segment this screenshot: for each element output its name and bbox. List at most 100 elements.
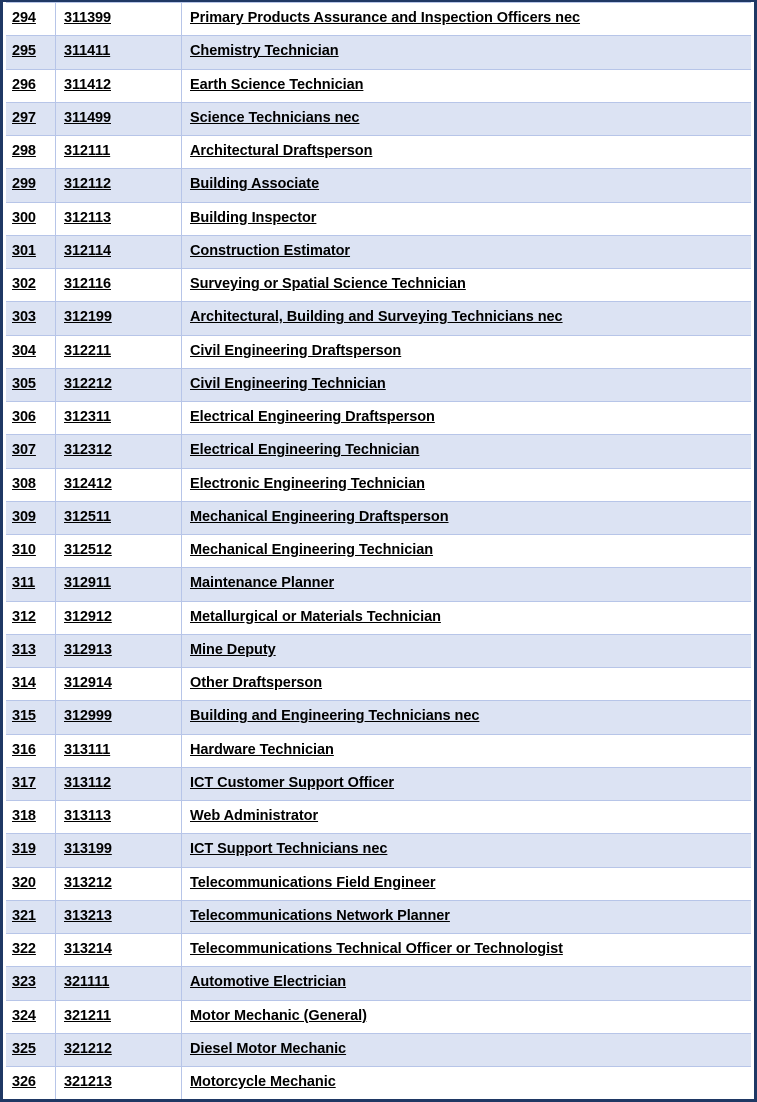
- table-row[interactable]: 300 312113 Building Inspector: [3, 201, 754, 236]
- row-index-link[interactable]: 294: [12, 10, 36, 26]
- occupation-title-link[interactable]: Civil Engineering Technician: [190, 376, 386, 392]
- occupation-title-link[interactable]: ICT Customer Support Officer: [190, 775, 394, 791]
- table-row[interactable]: 297 311499 Science Technicians nec: [3, 101, 754, 137]
- table-row[interactable]: 296 311412 Earth Science Technician: [3, 68, 754, 103]
- occupation-title-link[interactable]: Telecommunications Field Engineer: [190, 875, 436, 891]
- occupation-title-link[interactable]: Other Draftsperson: [190, 675, 322, 691]
- table-row[interactable]: 318 313113 Web Administrator: [3, 799, 754, 835]
- occupation-code-link[interactable]: 321212: [64, 1041, 112, 1057]
- occupation-code-link[interactable]: 311411: [64, 43, 110, 59]
- table-row[interactable]: 294 311399 Primary Products Assurance and …: [3, 2, 754, 37]
- occupation-title-link[interactable]: Motorcycle Mechanic: [190, 1074, 336, 1090]
- occupation-title-link[interactable]: Hardware Technician: [190, 742, 334, 758]
- occupation-title-link[interactable]: Telecommunications Technical Officer or …: [190, 941, 563, 957]
- occupation-title-link[interactable]: Civil Engineering Draftsperson: [190, 343, 401, 359]
- occupation-title-link[interactable]: Mine Deputy: [190, 642, 276, 658]
- occupation-code-link[interactable]: 311499: [64, 110, 111, 126]
- table-row[interactable]: 317 313112 ICT Customer Support Officer: [3, 766, 754, 802]
- row-index-link[interactable]: 323: [12, 974, 36, 990]
- row-index-link[interactable]: 322: [12, 941, 36, 957]
- row-index-link[interactable]: 295: [12, 43, 36, 59]
- row-index-link[interactable]: 313: [12, 642, 36, 658]
- row-index-link[interactable]: 296: [12, 77, 36, 93]
- occupation-code-link[interactable]: 312111: [64, 143, 110, 159]
- occupation-title-link[interactable]: Building and Engineering Technicians nec: [190, 708, 479, 724]
- occupation-code-link[interactable]: 321213: [64, 1074, 112, 1090]
- table-row[interactable]: 302 312116 Surveying or Spatial Science Te…: [3, 267, 754, 303]
- occupation-code-link[interactable]: 321211: [64, 1008, 111, 1024]
- occupation-title-link[interactable]: Primary Products Assurance and Inspectio…: [190, 10, 580, 26]
- occupation-code-link[interactable]: 313112: [64, 775, 111, 791]
- table-row[interactable]: 319 313199 ICT Support Technicians nec: [3, 833, 754, 868]
- table-row[interactable]: 315 312999 Building and Engineering Techni…: [3, 700, 754, 735]
- row-index-link[interactable]: 304: [12, 343, 36, 359]
- occupation-code-link[interactable]: 312912: [64, 609, 112, 625]
- table-row[interactable]: 325 321212 Diesel Motor Mechanic: [3, 1032, 754, 1068]
- occupation-code-link[interactable]: 311412: [64, 77, 111, 93]
- occupation-title-link[interactable]: Science Technicians nec: [190, 110, 360, 126]
- row-index-link[interactable]: 316: [12, 742, 36, 758]
- table-row[interactable]: 321 313213 Telecommunications Network Plan…: [3, 899, 754, 935]
- occupation-title-link[interactable]: Electrical Engineering Draftsperson: [190, 409, 435, 425]
- occupation-title-link[interactable]: Electronic Engineering Technician: [190, 476, 425, 492]
- row-index-link[interactable]: 309: [12, 509, 36, 525]
- row-index-link[interactable]: 317: [12, 775, 36, 791]
- occupation-code-link[interactable]: 313212: [64, 875, 112, 891]
- occupation-code-link[interactable]: 312412: [64, 476, 112, 492]
- table-row[interactable]: 305 312212 Civil Engineering Technician: [3, 367, 754, 403]
- occupation-title-link[interactable]: Architectural Draftsperson: [190, 143, 372, 159]
- row-index-link[interactable]: 312: [12, 609, 36, 625]
- occupation-code-link[interactable]: 312999: [64, 708, 112, 724]
- row-index-link[interactable]: 300: [12, 210, 36, 226]
- occupation-title-link[interactable]: Earth Science Technician: [190, 77, 363, 93]
- row-index-link[interactable]: 321: [12, 908, 36, 924]
- occupation-title-link[interactable]: Building Associate: [190, 176, 319, 192]
- occupation-code-link[interactable]: 312116: [64, 276, 111, 292]
- table-row[interactable]: 312 312912 Metallurgical or Materials Tech…: [3, 600, 754, 635]
- row-index-link[interactable]: 320: [12, 875, 36, 891]
- occupation-code-link[interactable]: 312199: [64, 309, 112, 325]
- occupation-title-link[interactable]: Chemistry Technician: [190, 43, 339, 59]
- table-row[interactable]: 320 313212 Telecommunications Field Engine…: [3, 866, 754, 901]
- occupation-code-link[interactable]: 312911: [64, 575, 111, 591]
- table-row[interactable]: 301 312114 Construction Estimator: [3, 234, 754, 270]
- occupation-code-link[interactable]: 312112: [64, 176, 111, 192]
- occupation-code-link[interactable]: 313199: [64, 841, 112, 857]
- table-row[interactable]: 313 312913 Mine Deputy: [3, 633, 754, 669]
- table-row[interactable]: 314 312914 Other Draftsperson: [3, 666, 754, 702]
- occupation-code-link[interactable]: 312311: [64, 409, 111, 425]
- occupation-code-link[interactable]: 311399: [64, 10, 111, 26]
- table-row[interactable]: 322 313214 Telecommunications Technical Of…: [3, 932, 754, 968]
- occupation-title-link[interactable]: Surveying or Spatial Science Technician: [190, 276, 466, 292]
- table-row[interactable]: 295 311411 Chemistry Technician: [3, 35, 754, 70]
- occupation-title-link[interactable]: Telecommunications Network Planner: [190, 908, 450, 924]
- row-index-link[interactable]: 299: [12, 176, 36, 192]
- row-index-link[interactable]: 306: [12, 409, 36, 425]
- row-index-link[interactable]: 303: [12, 309, 36, 325]
- occupation-title-link[interactable]: Mechanical Engineering Draftsperson: [190, 509, 449, 525]
- occupation-title-link[interactable]: Electrical Engineering Technician: [190, 442, 419, 458]
- row-index-link[interactable]: 325: [12, 1041, 36, 1057]
- occupation-code-link[interactable]: 312113: [64, 210, 111, 226]
- table-row[interactable]: 323 321111 Automotive Electrician: [3, 966, 754, 1001]
- table-row[interactable]: 311 312911 Maintenance Planner: [3, 567, 754, 602]
- occupation-title-link[interactable]: Diesel Motor Mechanic: [190, 1041, 346, 1057]
- row-index-link[interactable]: 301: [12, 243, 36, 259]
- table-row[interactable]: 304 312211 Civil Engineering Draftsperson: [3, 334, 754, 369]
- occupation-title-link[interactable]: Maintenance Planner: [190, 575, 334, 591]
- occupation-code-link[interactable]: 312211: [64, 343, 111, 359]
- row-index-link[interactable]: 308: [12, 476, 36, 492]
- occupation-code-link[interactable]: 312914: [64, 675, 112, 691]
- occupation-code-link[interactable]: 312512: [64, 542, 112, 558]
- occupation-title-link[interactable]: Metallurgical or Materials Technician: [190, 609, 441, 625]
- occupation-code-link[interactable]: 313213: [64, 908, 112, 924]
- occupation-code-link[interactable]: 313214: [64, 941, 112, 957]
- occupation-code-link[interactable]: 312114: [64, 243, 111, 259]
- occupation-code-link[interactable]: 312913: [64, 642, 112, 658]
- table-row[interactable]: 309 312511 Mechanical Engineering Draftspe…: [3, 500, 754, 536]
- occupation-title-link[interactable]: Mechanical Engineering Technician: [190, 542, 433, 558]
- row-index-link[interactable]: 297: [12, 110, 36, 126]
- table-row[interactable]: 298 312111 Architectural Draftsperson: [3, 134, 754, 170]
- row-index-link[interactable]: 311: [12, 575, 35, 591]
- row-index-link[interactable]: 315: [12, 708, 36, 724]
